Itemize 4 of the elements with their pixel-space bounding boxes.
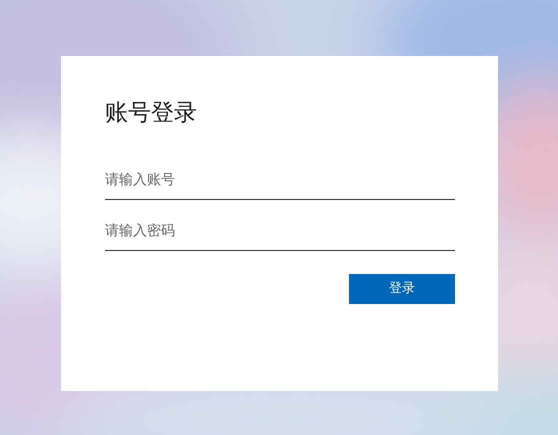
input-field[interactable]: 请输入账号 xyxy=(105,164,455,200)
login-title: 账号登录 xyxy=(105,100,198,128)
input-field[interactable]: 请输入密码 xyxy=(105,214,455,251)
login-button[interactable]: 登录 xyxy=(349,274,455,304)
